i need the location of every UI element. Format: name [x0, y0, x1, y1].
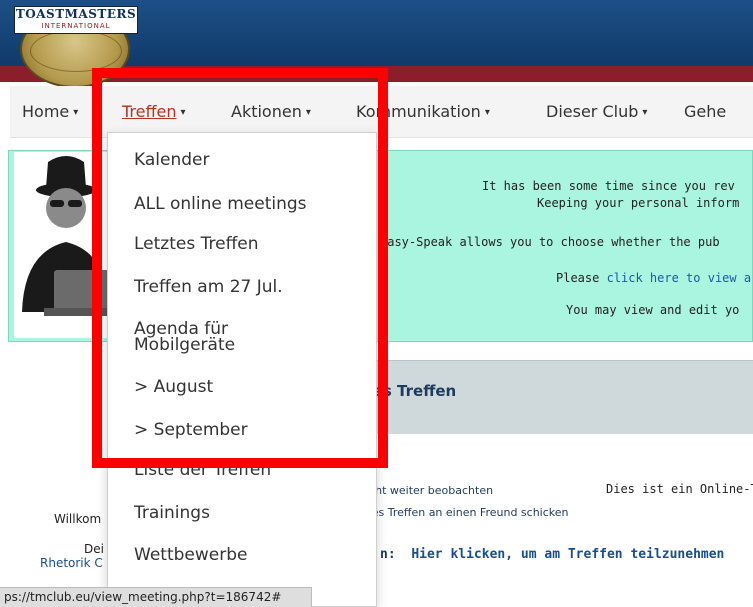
- nav-gehe[interactable]: Gehe: [684, 102, 726, 121]
- chevron-down-icon: ▾: [180, 107, 186, 118]
- browser-status-bar: ps://tmclub.eu/view_meeting.php?t=186742…: [0, 587, 312, 607]
- logo-title: TOASTMASTERS: [15, 7, 137, 21]
- chevron-down-icon: ▾: [642, 107, 648, 118]
- menu-item-august[interactable]: > August: [134, 377, 213, 397]
- menu-item-kalender[interactable]: Kalender: [134, 150, 209, 170]
- nav-home-label: Home: [22, 102, 70, 121]
- sidebar-club-link[interactable]: Rhetorik C: [40, 556, 103, 570]
- menu-item-all-online-meetings[interactable]: ALL online meetings: [134, 194, 307, 214]
- join-meeting-link[interactable]: Hier klicken, um am Treffen teilzunehmen: [411, 547, 724, 562]
- nav-dieser-club-label: Dieser Club: [546, 102, 639, 121]
- menu-item-liste-der-treffen[interactable]: Liste der Treffen: [134, 460, 271, 480]
- nav-home[interactable]: Home ▾: [22, 102, 78, 121]
- unwatch-meeting-link[interactable]: icht weiter beobachten: [366, 484, 493, 497]
- chevron-down-icon: ▾: [73, 107, 79, 118]
- notice-line-2: Keeping your personal inform: [537, 196, 740, 210]
- chevron-down-icon: ▾: [484, 107, 490, 118]
- menu-item-letztes-treffen[interactable]: Letztes Treffen: [134, 234, 259, 254]
- sidebar-line-2: Dei: [84, 542, 104, 556]
- sidebar-welcome: Willkom: [54, 512, 102, 526]
- notice-line-4-prefix: Please: [556, 271, 607, 285]
- menu-item-agenda-line2: Mobilgeräte: [134, 335, 236, 355]
- nav-kommunikation[interactable]: Kommunikation ▾: [356, 102, 490, 121]
- notice-line-1: It has been some time since you rev: [482, 179, 735, 193]
- notice-line-5: You may view and edit yo: [566, 303, 740, 317]
- join-meeting-row: n: Hier klicken, um am Treffen teilzuneh…: [380, 547, 724, 562]
- logo-banner: TOASTMASTERS INTERNATIONAL: [14, 6, 138, 34]
- nav-kommunikation-label: Kommunikation: [356, 102, 481, 121]
- logo-subtitle: INTERNATIONAL: [41, 22, 111, 30]
- nav-aktionen-label: Aktionen: [231, 102, 302, 121]
- chevron-down-icon: ▾: [305, 107, 311, 118]
- menu-item-treffen-27-jul[interactable]: Treffen am 27 Jul.: [134, 277, 283, 297]
- nav-treffen[interactable]: Treffen ▾: [122, 102, 186, 121]
- nav-aktionen[interactable]: Aktionen ▾: [231, 102, 311, 121]
- nav-dieser-club[interactable]: Dieser Club ▾: [546, 102, 647, 121]
- join-prefix: n:: [380, 547, 396, 562]
- nav-gehe-label: Gehe: [684, 102, 727, 121]
- menu-item-agenda-mobil[interactable]: Agenda für Mobilgeräte: [134, 321, 236, 355]
- menu-item-september[interactable]: > September: [134, 420, 248, 440]
- view-profile-link[interactable]: click here to view ar: [607, 271, 753, 285]
- notice-line-4: Please click here to view ar: [556, 271, 753, 285]
- status-url: ps://tmclub.eu/view_meeting.php?t=186742…: [4, 590, 282, 604]
- menu-item-wettbewerbe[interactable]: Wettbewerbe: [134, 545, 247, 565]
- treffen-dropdown-menu: Kalender ALL online meetings Letztes Tre…: [107, 132, 377, 607]
- notice-line-3: easy-Speak allows you to choose whether …: [380, 235, 720, 249]
- send-to-friend-link[interactable]: ses Treffen an einen Freund schicken: [366, 506, 569, 519]
- toastmasters-logo[interactable]: TOASTMASTERS INTERNATIONAL: [10, 2, 142, 88]
- anonymous-avatar-icon: [14, 152, 110, 338]
- online-meeting-info: Dies ist ein Online-T: [606, 482, 753, 496]
- menu-item-trainings[interactable]: Trainings: [134, 503, 210, 523]
- nav-treffen-label: Treffen: [122, 102, 177, 121]
